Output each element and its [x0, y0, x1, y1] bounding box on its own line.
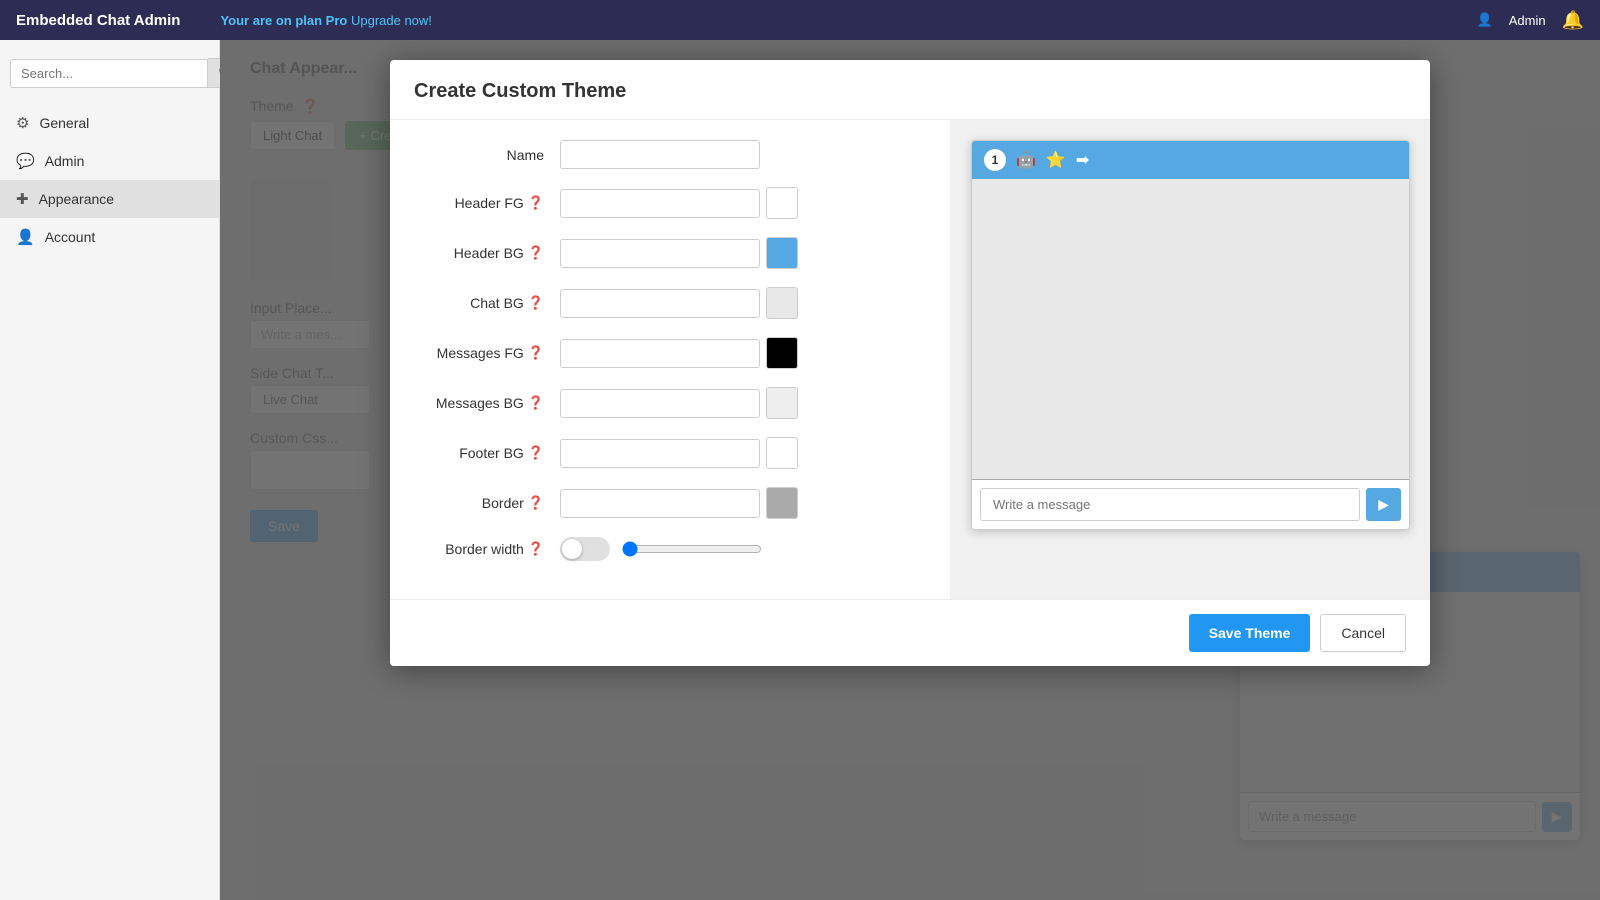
- admin-label: Admin: [1509, 13, 1546, 28]
- label-messages-fg: Messages FG ❓: [420, 345, 560, 361]
- header-fg-swatch[interactable]: [766, 187, 798, 219]
- sidebar-item-label-appearance: Appearance: [39, 191, 115, 207]
- field-name: Name: [420, 140, 920, 169]
- label-chat-bg: Chat BG ❓: [420, 295, 560, 311]
- border-input[interactable]: #aaaaaa: [560, 489, 760, 518]
- sidebar-item-appearance[interactable]: ✚ Appearance: [0, 180, 219, 218]
- name-input[interactable]: [560, 140, 760, 169]
- search-box: 🔍: [10, 58, 209, 88]
- help-messages-fg-icon[interactable]: ❓: [528, 345, 544, 361]
- label-border-width: Border width ❓: [420, 541, 560, 557]
- label-header-fg: Header FG ❓: [420, 195, 560, 211]
- label-messages-bg: Messages BG ❓: [420, 395, 560, 411]
- modal-backdrop: Create Custom Theme Name Header FG: [220, 40, 1600, 900]
- cancel-button[interactable]: Cancel: [1320, 614, 1406, 652]
- input-chat-bg-wrapper: #e8e8e8: [560, 287, 798, 319]
- label-header-bg: Header BG ❓: [420, 245, 560, 261]
- chat-badge: 1: [984, 149, 1006, 171]
- border-width-control: [560, 537, 762, 561]
- help-chat-bg-icon[interactable]: ❓: [528, 295, 544, 311]
- input-messages-fg-wrapper: #000000: [560, 337, 798, 369]
- input-header-bg-wrapper: #56a8e3: [560, 237, 798, 269]
- topbar-right: 👤 Admin 🔔: [1477, 10, 1584, 31]
- field-border: Border ❓ #aaaaaa: [420, 487, 920, 519]
- preview-send-button[interactable]: ▶: [1366, 488, 1401, 521]
- border-width-slider[interactable]: [622, 541, 762, 557]
- preview-message-input[interactable]: [980, 488, 1360, 521]
- chat-preview-body: [972, 179, 1409, 479]
- header-bg-input[interactable]: #56a8e3: [560, 239, 760, 268]
- label-border: Border ❓: [420, 495, 560, 511]
- messages-bg-swatch[interactable]: [766, 387, 798, 419]
- header-fg-input[interactable]: #ffffff: [560, 189, 760, 218]
- chat-bg-swatch[interactable]: [766, 287, 798, 319]
- chat-preview-footer: ▶: [972, 479, 1409, 529]
- topbar: Embedded Chat Admin Your are on plan Pro…: [0, 0, 1600, 40]
- save-theme-button[interactable]: Save Theme: [1189, 614, 1311, 652]
- plan-info: Your are on plan Pro Upgrade now!: [220, 13, 1476, 28]
- plus-icon: ✚: [16, 190, 29, 208]
- preview-star-icon: ⭐: [1046, 150, 1066, 170]
- help-footer-bg-icon[interactable]: ❓: [528, 445, 544, 461]
- sidebar: 🔍 ⚙ General 💬 Admin ✚ Appearance 👤 Accou…: [0, 40, 220, 900]
- sidebar-item-admin[interactable]: 💬 Admin: [0, 142, 219, 180]
- sidebar-item-label-admin: Admin: [45, 153, 85, 169]
- modal-body: Name Header FG ❓ #ffffff: [390, 120, 1430, 599]
- help-border-width-icon[interactable]: ❓: [528, 541, 544, 557]
- help-border-icon[interactable]: ❓: [528, 495, 544, 511]
- input-footer-bg-wrapper: #ffffff: [560, 437, 798, 469]
- help-header-fg-icon[interactable]: ❓: [528, 195, 544, 211]
- chat-preview-header: 1 🤖 ⭐ ➡: [972, 141, 1409, 179]
- field-messages-bg: Messages BG ❓ #eeeeee: [420, 387, 920, 419]
- search-input[interactable]: [10, 59, 208, 88]
- footer-bg-swatch[interactable]: [766, 437, 798, 469]
- label-footer-bg: Footer BG ❓: [420, 445, 560, 461]
- messages-bg-input[interactable]: #eeeeee: [560, 389, 760, 418]
- messages-fg-input[interactable]: #000000: [560, 339, 760, 368]
- modal-header: Create Custom Theme: [390, 60, 1430, 120]
- chat-preview-panel: 1 🤖 ⭐ ➡ ▶: [950, 120, 1430, 599]
- gear-icon: ⚙: [16, 114, 29, 132]
- chat-bg-input[interactable]: #e8e8e8: [560, 289, 760, 318]
- plan-text: Your are on plan: [220, 13, 325, 28]
- upgrade-link[interactable]: Upgrade now!: [351, 13, 432, 28]
- border-width-toggle[interactable]: [560, 537, 610, 561]
- notifications-icon[interactable]: 🔔: [1562, 10, 1584, 31]
- preview-logout-icon: ➡: [1076, 150, 1089, 170]
- toggle-knob: [562, 539, 582, 559]
- input-header-fg-wrapper: #ffffff: [560, 187, 798, 219]
- messages-fg-swatch[interactable]: [766, 337, 798, 369]
- theme-form: Name Header FG ❓ #ffffff: [390, 120, 950, 599]
- sidebar-item-label-general: General: [39, 115, 89, 131]
- help-header-bg-icon[interactable]: ❓: [528, 245, 544, 261]
- create-theme-modal: Create Custom Theme Name Header FG: [390, 60, 1430, 666]
- input-messages-bg-wrapper: #eeeeee: [560, 387, 798, 419]
- chat-icon: 💬: [16, 152, 35, 170]
- border-swatch[interactable]: [766, 487, 798, 519]
- label-name: Name: [420, 147, 560, 163]
- help-messages-bg-icon[interactable]: ❓: [528, 395, 544, 411]
- modal-title: Create Custom Theme: [414, 80, 1406, 103]
- sidebar-item-account[interactable]: 👤 Account: [0, 218, 219, 256]
- plan-name: Pro: [326, 13, 348, 28]
- input-border-wrapper: #aaaaaa: [560, 487, 798, 519]
- field-messages-fg: Messages FG ❓ #000000: [420, 337, 920, 369]
- header-bg-swatch[interactable]: [766, 237, 798, 269]
- field-footer-bg: Footer BG ❓ #ffffff: [420, 437, 920, 469]
- sidebar-item-label-account: Account: [45, 229, 96, 245]
- modal-footer: Save Theme Cancel: [390, 599, 1430, 666]
- chat-preview: 1 🤖 ⭐ ➡ ▶: [971, 140, 1410, 530]
- sidebar-item-general[interactable]: ⚙ General: [0, 104, 219, 142]
- input-name-wrapper: [560, 140, 760, 169]
- field-header-fg: Header FG ❓ #ffffff: [420, 187, 920, 219]
- field-border-width: Border width ❓: [420, 537, 920, 561]
- admin-user-icon: 👤: [1477, 12, 1493, 28]
- user-icon: 👤: [16, 228, 35, 246]
- field-chat-bg: Chat BG ❓ #e8e8e8: [420, 287, 920, 319]
- app-title: Embedded Chat Admin: [16, 12, 180, 29]
- preview-agent-icon: 🤖: [1016, 150, 1036, 170]
- footer-bg-input[interactable]: #ffffff: [560, 439, 760, 468]
- field-header-bg: Header BG ❓ #56a8e3: [420, 237, 920, 269]
